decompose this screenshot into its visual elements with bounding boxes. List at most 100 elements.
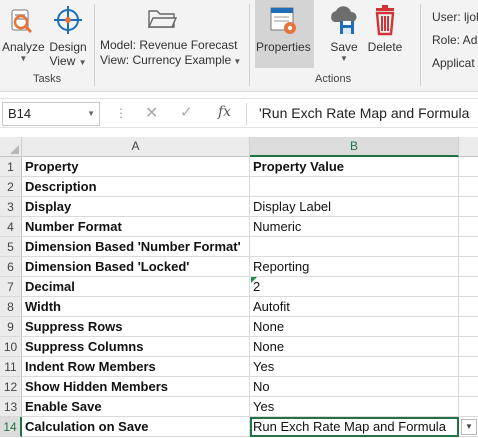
row-number[interactable]: 11 — [0, 357, 22, 377]
property-name-cell[interactable]: Property — [22, 157, 250, 177]
ribbon-separator — [249, 4, 250, 86]
cancel-icon[interactable]: ✕ — [145, 103, 158, 123]
table-row: 12 Show Hidden Members No — [0, 377, 478, 397]
row-number[interactable]: 10 — [0, 337, 22, 357]
formula-divider — [246, 103, 247, 125]
table-row: 4 Number Format Numeric — [0, 217, 478, 237]
property-name-cell[interactable]: Dimension Based 'Locked' — [22, 257, 250, 277]
confirm-icon[interactable]: ✓ — [180, 103, 193, 121]
table-row: 10 Suppress Columns None — [0, 337, 478, 357]
empty-cell[interactable] — [459, 197, 478, 217]
column-header-b[interactable]: B — [250, 137, 459, 157]
save-label: Save — [330, 40, 358, 54]
empty-cell[interactable] — [459, 297, 478, 317]
property-name-cell[interactable]: Enable Save — [22, 397, 250, 417]
row-number[interactable]: 3 — [0, 197, 22, 217]
chevron-down-icon: ▼ — [340, 54, 348, 63]
chevron-down-icon: ▼ — [19, 54, 28, 63]
property-value-cell[interactable]: Reporting — [250, 257, 459, 277]
user-line: User: ljoh — [432, 10, 478, 24]
row-number[interactable]: 12 — [0, 377, 22, 397]
row-number[interactable]: 8 — [0, 297, 22, 317]
more-icon[interactable]: ⋮ — [115, 106, 127, 120]
cloud-save-icon — [324, 4, 364, 40]
empty-cell[interactable] — [459, 397, 478, 417]
property-name-cell[interactable]: Suppress Rows — [22, 317, 250, 337]
properties-button[interactable]: Properties — [256, 4, 311, 54]
table-row: 1 Property Property Value — [0, 157, 478, 177]
name-box-value: B14 — [8, 106, 32, 121]
empty-cell[interactable] — [459, 257, 478, 277]
column-header-a[interactable]: A — [22, 137, 250, 157]
empty-cell[interactable] — [459, 317, 478, 337]
property-name-cell[interactable]: Decimal — [22, 277, 250, 297]
folder-icon[interactable] — [147, 6, 178, 35]
ribbon-separator — [420, 4, 421, 86]
empty-cell[interactable] — [459, 157, 478, 177]
ribbon-separator — [94, 4, 95, 86]
formula-input[interactable]: 'Run Exch Rate Map and Formula — [259, 105, 469, 121]
property-value-cell[interactable]: No — [250, 377, 459, 397]
insert-function-icon[interactable]: fx — [218, 104, 231, 120]
empty-cell[interactable] — [459, 177, 478, 197]
view-name: View: Currency Example ▼ — [100, 53, 242, 67]
property-value-cell[interactable]: None — [250, 337, 459, 357]
property-name-cell[interactable]: Display — [22, 197, 250, 217]
design-view-button[interactable]: Design View ▼ — [48, 4, 88, 68]
row-number[interactable]: 1 — [0, 157, 22, 177]
property-value-cell[interactable]: Property Value — [250, 157, 459, 177]
row-number[interactable]: 2 — [0, 177, 22, 197]
property-value-cell[interactable]: Autofit — [250, 297, 459, 317]
empty-cell[interactable] — [459, 237, 478, 257]
empty-cell[interactable] — [459, 337, 478, 357]
property-value-cell[interactable]: Numeric — [250, 217, 459, 237]
user-info: User: ljoh Role: Ad Applicat — [432, 6, 478, 75]
analyze-label: Analyze — [2, 40, 45, 54]
property-name-cell[interactable]: Show Hidden Members — [22, 377, 250, 397]
property-name-cell[interactable]: Width — [22, 297, 250, 317]
row-number[interactable]: 9 — [0, 317, 22, 337]
save-button[interactable]: Save ▼ — [324, 4, 364, 64]
property-value-cell[interactable]: None — [250, 317, 459, 337]
property-value-cell[interactable]: Yes — [250, 357, 459, 377]
column-header-c[interactable] — [459, 137, 478, 157]
property-name-cell[interactable]: Indent Row Members — [22, 357, 250, 377]
table-row: 6 Dimension Based 'Locked' Reporting — [0, 257, 478, 277]
row-number[interactable]: 5 — [0, 237, 22, 257]
property-value-cell[interactable]: Display Label — [250, 197, 459, 217]
table-row: 13 Enable Save Yes — [0, 397, 478, 417]
property-name-cell[interactable]: Suppress Columns — [22, 337, 250, 357]
empty-cell[interactable] — [459, 217, 478, 237]
property-name-cell[interactable]: Number Format — [22, 217, 250, 237]
empty-cell[interactable] — [459, 377, 478, 397]
property-value-cell[interactable] — [250, 237, 459, 257]
error-indicator-icon[interactable] — [251, 277, 257, 283]
row-number[interactable]: 13 — [0, 397, 22, 417]
row-number[interactable]: 14 — [0, 417, 22, 437]
delete-button[interactable]: Delete — [365, 4, 405, 54]
empty-cell[interactable] — [459, 357, 478, 377]
role-line: Role: Ad — [432, 33, 478, 47]
name-box[interactable]: B14 ▼ — [2, 102, 100, 126]
row-number[interactable]: 6 — [0, 257, 22, 277]
row-number[interactable]: 4 — [0, 217, 22, 237]
cell-dropdown-button[interactable]: ▼ — [461, 419, 477, 435]
property-value-cell[interactable]: 2 — [250, 277, 459, 297]
formula-bar: B14 ▼ ⋮ ✕ ✓ fx 'Run Exch Rate Map and Fo… — [0, 98, 478, 128]
active-cell[interactable]: Run Exch Rate Map and Formula — [250, 417, 459, 437]
analyze-button[interactable]: Analyze ▼ — [2, 4, 45, 64]
view-label: View ▼ — [49, 54, 87, 68]
property-name-cell[interactable]: Dimension Based 'Number Format' — [22, 237, 250, 257]
property-name-cell[interactable]: Calculation on Save — [22, 417, 250, 437]
model-view-selector[interactable]: Model: Revenue Forecast View: Currency E… — [100, 38, 241, 69]
property-value-cell[interactable]: Yes — [250, 397, 459, 417]
property-name-cell[interactable]: Description — [22, 177, 250, 197]
empty-cell[interactable] — [459, 277, 478, 297]
row-number[interactable]: 7 — [0, 277, 22, 297]
properties-icon — [263, 4, 303, 40]
chevron-down-icon[interactable]: ▼ — [87, 103, 95, 125]
table-row: 14 Calculation on Save Run Exch Rate Map a… — [0, 417, 478, 437]
crosshair-icon — [48, 4, 88, 40]
property-value-cell[interactable] — [250, 177, 459, 197]
select-all-corner[interactable] — [0, 137, 22, 157]
